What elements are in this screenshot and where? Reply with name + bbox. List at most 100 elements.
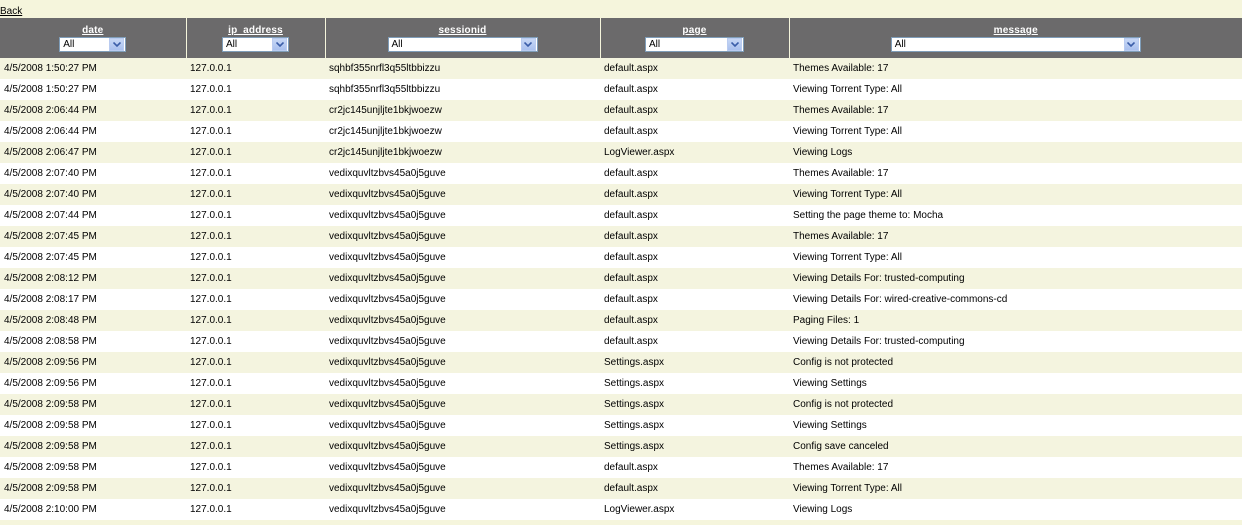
- filter-select-message[interactable]: All: [890, 37, 1141, 52]
- cell-date: 4/5/2008 2:07:45 PM: [0, 247, 186, 268]
- chevron-down-icon[interactable]: [109, 38, 125, 51]
- cell-date: 4/5/2008 2:06:44 PM: [0, 100, 186, 121]
- cell-page: default.aspx: [600, 289, 789, 310]
- chevron-down-icon[interactable]: [272, 38, 287, 51]
- cell-date: 4/5/2008 2:08:48 PM: [0, 310, 186, 331]
- filter-value: All: [894, 39, 906, 50]
- chevron-down-icon[interactable]: [1123, 38, 1139, 51]
- cell-page: Settings.aspx: [600, 415, 789, 436]
- cell-ip-address: 127.0.0.1: [186, 499, 325, 520]
- cell-date: 4/5/2008 2:08:12 PM: [0, 268, 186, 289]
- table-row: 4/5/2008 1:50:27 PM 127.0.0.1 sqhbf355nrfl…: [0, 58, 1242, 79]
- cell-date: 4/5/2008 2:09:56 PM: [0, 352, 186, 373]
- cell-message: Themes Available: 17: [789, 163, 1242, 184]
- table-row: 4/5/2008 2:08:17 PM 127.0.0.1 vedixquvltzb…: [0, 289, 1242, 310]
- back-link[interactable]: Back: [0, 6, 22, 17]
- cell-page: default.aspx: [600, 205, 789, 226]
- cell-ip-address: 127.0.0.1: [186, 100, 325, 121]
- filter-select-page[interactable]: All: [645, 37, 744, 52]
- cell-date: 4/5/2008 2:09:58 PM: [0, 415, 186, 436]
- cell-date: 4/5/2008 2:09:58 PM: [0, 457, 186, 478]
- cell-page: LogViewer.aspx: [600, 499, 789, 520]
- cell-sessionid: vedixquvltzbvs45a0j5guve: [325, 268, 600, 289]
- cell-message: Themes Available: 17: [789, 58, 1242, 79]
- cell-page: default.aspx: [600, 163, 789, 184]
- cell-message: Viewing Torrent Type: All: [789, 121, 1242, 142]
- cell-page: default.aspx: [600, 184, 789, 205]
- cell-ip-address: 127.0.0.1: [186, 205, 325, 226]
- cell-message: Viewing Torrent Type: All: [789, 184, 1242, 205]
- cell-date: 4/5/2008 2:06:47 PM: [0, 142, 186, 163]
- cell-message: Viewing Logs: [789, 499, 1242, 520]
- filter-select-date[interactable]: All: [59, 37, 127, 52]
- filter-select-ip-address[interactable]: All: [222, 37, 289, 52]
- cell-page: Settings.aspx: [600, 352, 789, 373]
- table-row: 4/5/2008 2:09:56 PM 127.0.0.1 vedixquvltzb…: [0, 352, 1242, 373]
- cell-sessionid: vedixquvltzbvs45a0j5guve: [325, 373, 600, 394]
- cell-ip-address: 127.0.0.1: [186, 142, 325, 163]
- sort-link-page[interactable]: page: [601, 25, 789, 36]
- cell-ip-address: 127.0.0.1: [186, 247, 325, 268]
- cell-message: Config is not protected: [789, 352, 1242, 373]
- cell-ip-address: 127.0.0.1: [186, 331, 325, 352]
- column-header-sessionid: sessionid All: [324, 18, 600, 58]
- cell-sessionid: cr2jc145unjljte1bkjwoezw: [325, 121, 600, 142]
- cell-sessionid: vedixquvltzbvs45a0j5guve: [325, 394, 600, 415]
- column-header-date: date All: [0, 18, 186, 58]
- column-header-message: message All: [788, 18, 1242, 58]
- table-row: 4/5/2008 2:08:58 PM 127.0.0.1 vedixquvltzb…: [0, 331, 1242, 352]
- cell-sessionid: vedixquvltzbvs45a0j5guve: [325, 310, 600, 331]
- cell-sessionid: vedixquvltzbvs45a0j5guve: [325, 205, 600, 226]
- cell-sessionid: vedixquvltzbvs45a0j5guve: [325, 184, 600, 205]
- table-row: 4/5/2008 2:09:58 PM 127.0.0.1 vedixquvltzb…: [0, 436, 1242, 457]
- cell-date: 4/5/2008 2:09:58 PM: [0, 478, 186, 499]
- top-bar: Back: [0, 0, 1242, 18]
- cell-sessionid: vedixquvltzbvs45a0j5guve: [325, 478, 600, 499]
- cell-message: Viewing Settings: [789, 373, 1242, 394]
- table-row: 4/5/2008 2:09:56 PM 127.0.0.1 vedixquvltzb…: [0, 373, 1242, 394]
- cell-page: default.aspx: [600, 268, 789, 289]
- cell-sessionid: vedixquvltzbvs45a0j5guve: [325, 436, 600, 457]
- cell-message: Setting the page theme to: Mocha: [789, 205, 1242, 226]
- cell-page: Settings.aspx: [600, 373, 789, 394]
- table-row: 4/5/2008 2:07:40 PM 127.0.0.1 vedixquvltzb…: [0, 184, 1242, 205]
- table-row: 4/5/2008 2:08:12 PM 127.0.0.1 vedixquvltzb…: [0, 268, 1242, 289]
- sort-link-date[interactable]: date: [0, 25, 186, 36]
- table-row: 4/5/2008 2:09:58 PM 127.0.0.1 vedixquvltzb…: [0, 394, 1242, 415]
- sort-link-sessionid[interactable]: sessionid: [326, 25, 600, 36]
- cell-message: Viewing Settings: [789, 415, 1242, 436]
- log-table-body: 4/5/2008 1:50:27 PM 127.0.0.1 sqhbf355nrfl…: [0, 58, 1242, 520]
- log-table: date All ip_address All sessionid All pa…: [0, 18, 1242, 520]
- filter-select-sessionid[interactable]: All: [387, 37, 538, 52]
- filter-value: All: [226, 39, 238, 50]
- sort-link-ip-address[interactable]: ip_address: [187, 25, 325, 36]
- cell-date: 4/5/2008 1:50:27 PM: [0, 79, 186, 100]
- header-row: date All ip_address All sessionid All pa…: [0, 18, 1242, 58]
- table-row: 4/5/2008 2:07:44 PM 127.0.0.1 vedixquvltzb…: [0, 205, 1242, 226]
- cell-sessionid: vedixquvltzbvs45a0j5guve: [325, 499, 600, 520]
- cell-ip-address: 127.0.0.1: [186, 478, 325, 499]
- cell-ip-address: 127.0.0.1: [186, 352, 325, 373]
- cell-page: default.aspx: [600, 310, 789, 331]
- cell-sessionid: vedixquvltzbvs45a0j5guve: [325, 415, 600, 436]
- filter-value: All: [63, 39, 75, 50]
- chevron-down-icon[interactable]: [520, 38, 536, 51]
- cell-ip-address: 127.0.0.1: [186, 268, 325, 289]
- cell-date: 4/5/2008 2:07:45 PM: [0, 226, 186, 247]
- cell-sessionid: sqhbf355nrfl3q55ltbbizzu: [325, 58, 600, 79]
- sort-link-message[interactable]: message: [790, 25, 1242, 36]
- cell-page: default.aspx: [600, 58, 789, 79]
- cell-ip-address: 127.0.0.1: [186, 163, 325, 184]
- cell-page: default.aspx: [600, 100, 789, 121]
- cell-page: default.aspx: [600, 478, 789, 499]
- cell-page: LogViewer.aspx: [600, 142, 789, 163]
- table-row: 4/5/2008 2:07:40 PM 127.0.0.1 vedixquvltzb…: [0, 163, 1242, 184]
- cell-message: Viewing Details For: trusted-computing: [789, 268, 1242, 289]
- chevron-down-icon[interactable]: [727, 38, 742, 51]
- cell-date: 4/5/2008 2:08:17 PM: [0, 289, 186, 310]
- cell-page: default.aspx: [600, 247, 789, 268]
- cell-sessionid: vedixquvltzbvs45a0j5guve: [325, 163, 600, 184]
- table-row: 4/5/2008 1:50:27 PM 127.0.0.1 sqhbf355nrfl…: [0, 79, 1242, 100]
- cell-sessionid: vedixquvltzbvs45a0j5guve: [325, 226, 600, 247]
- cell-ip-address: 127.0.0.1: [186, 457, 325, 478]
